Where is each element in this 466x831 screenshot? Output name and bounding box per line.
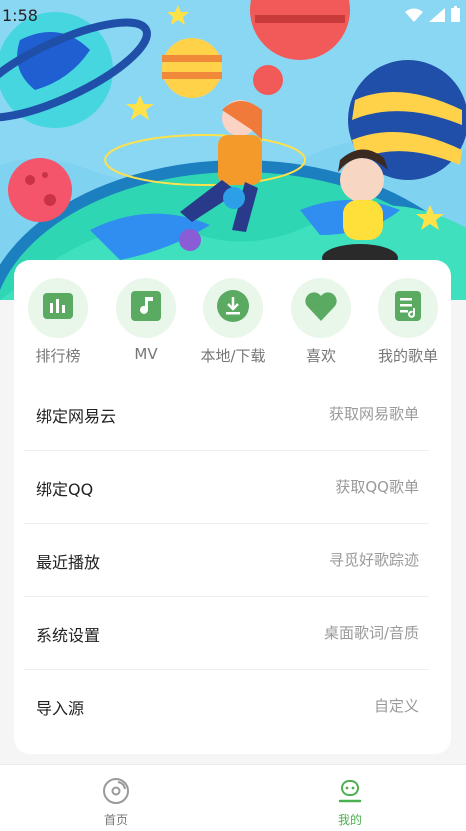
menu-row-label: 导入源 [36,699,85,718]
menu-row-label: 系统设置 [36,626,101,645]
wifi-icon [405,7,423,26]
quick-action-mv[interactable]: MV [102,278,190,363]
quick-action-label: 喜欢 [305,347,336,365]
menu-row-hint: 寻觅好歌踪迹 [328,551,419,569]
quick-action-label: 我的歌单 [377,347,438,365]
menu-row-label: 最近播放 [36,553,101,572]
menu-row-hint: 桌面歌词/音质 [323,624,419,642]
tab-label: 首页 [103,813,128,827]
profile-card: 排行榜 MV 本地/下载 喜欢 我的歌单 绑定网易云 获取网易歌单 绑定QQ 获… [14,260,451,754]
user-icon [336,777,364,805]
quick-action-download[interactable]: 本地/下载 [189,278,277,366]
menu-row-hint: 获取网易歌单 [328,405,419,423]
quick-action-label: MV [134,345,158,363]
header-illustration [0,0,466,300]
signal-icon [429,7,445,26]
bottom-tab-bar: 首页 我的 [0,764,466,831]
quick-action-ranking[interactable]: 排行榜 [14,278,102,366]
menu-row-recent[interactable]: 最近播放 寻觅好歌踪迹 [24,524,429,597]
quick-action-label: 排行榜 [35,347,81,365]
quick-action-label: 本地/下载 [200,347,266,365]
menu-row-label: 绑定网易云 [36,407,117,426]
menu-row-settings[interactable]: 系统设置 桌面歌词/音质 [24,597,429,670]
menu-row-bind-qq[interactable]: 绑定QQ 获取QQ歌单 [24,451,429,524]
quick-actions: 排行榜 MV 本地/下载 喜欢 我的歌单 [14,278,451,368]
playlist-icon [395,291,421,325]
status-bar: 1:58 [0,0,466,32]
menu-row-bind-netease[interactable]: 绑定网易云 获取网易歌单 [24,378,429,451]
menu-row-label: 绑定QQ [36,480,94,499]
music-note-icon [131,291,161,325]
heart-icon [304,291,338,325]
status-time: 1:58 [2,6,38,25]
download-icon [217,290,249,326]
chart-bars-icon [43,293,73,323]
tab-home[interactable]: 首页 [56,765,176,831]
quick-action-like[interactable]: 喜欢 [277,278,365,366]
quick-action-playlist[interactable]: 我的歌单 [364,278,452,366]
menu-row-import-source[interactable]: 导入源 自定义 [24,670,429,742]
disc-icon [102,777,130,805]
settings-menu: 绑定网易云 获取网易歌单 绑定QQ 获取QQ歌单 最近播放 寻觅好歌踪迹 系统设… [24,378,429,742]
tab-mine[interactable]: 我的 [290,765,410,831]
tab-label: 我的 [337,813,362,827]
menu-row-hint: 自定义 [373,697,419,715]
battery-icon [451,6,460,26]
menu-row-hint: 获取QQ歌单 [335,478,419,496]
